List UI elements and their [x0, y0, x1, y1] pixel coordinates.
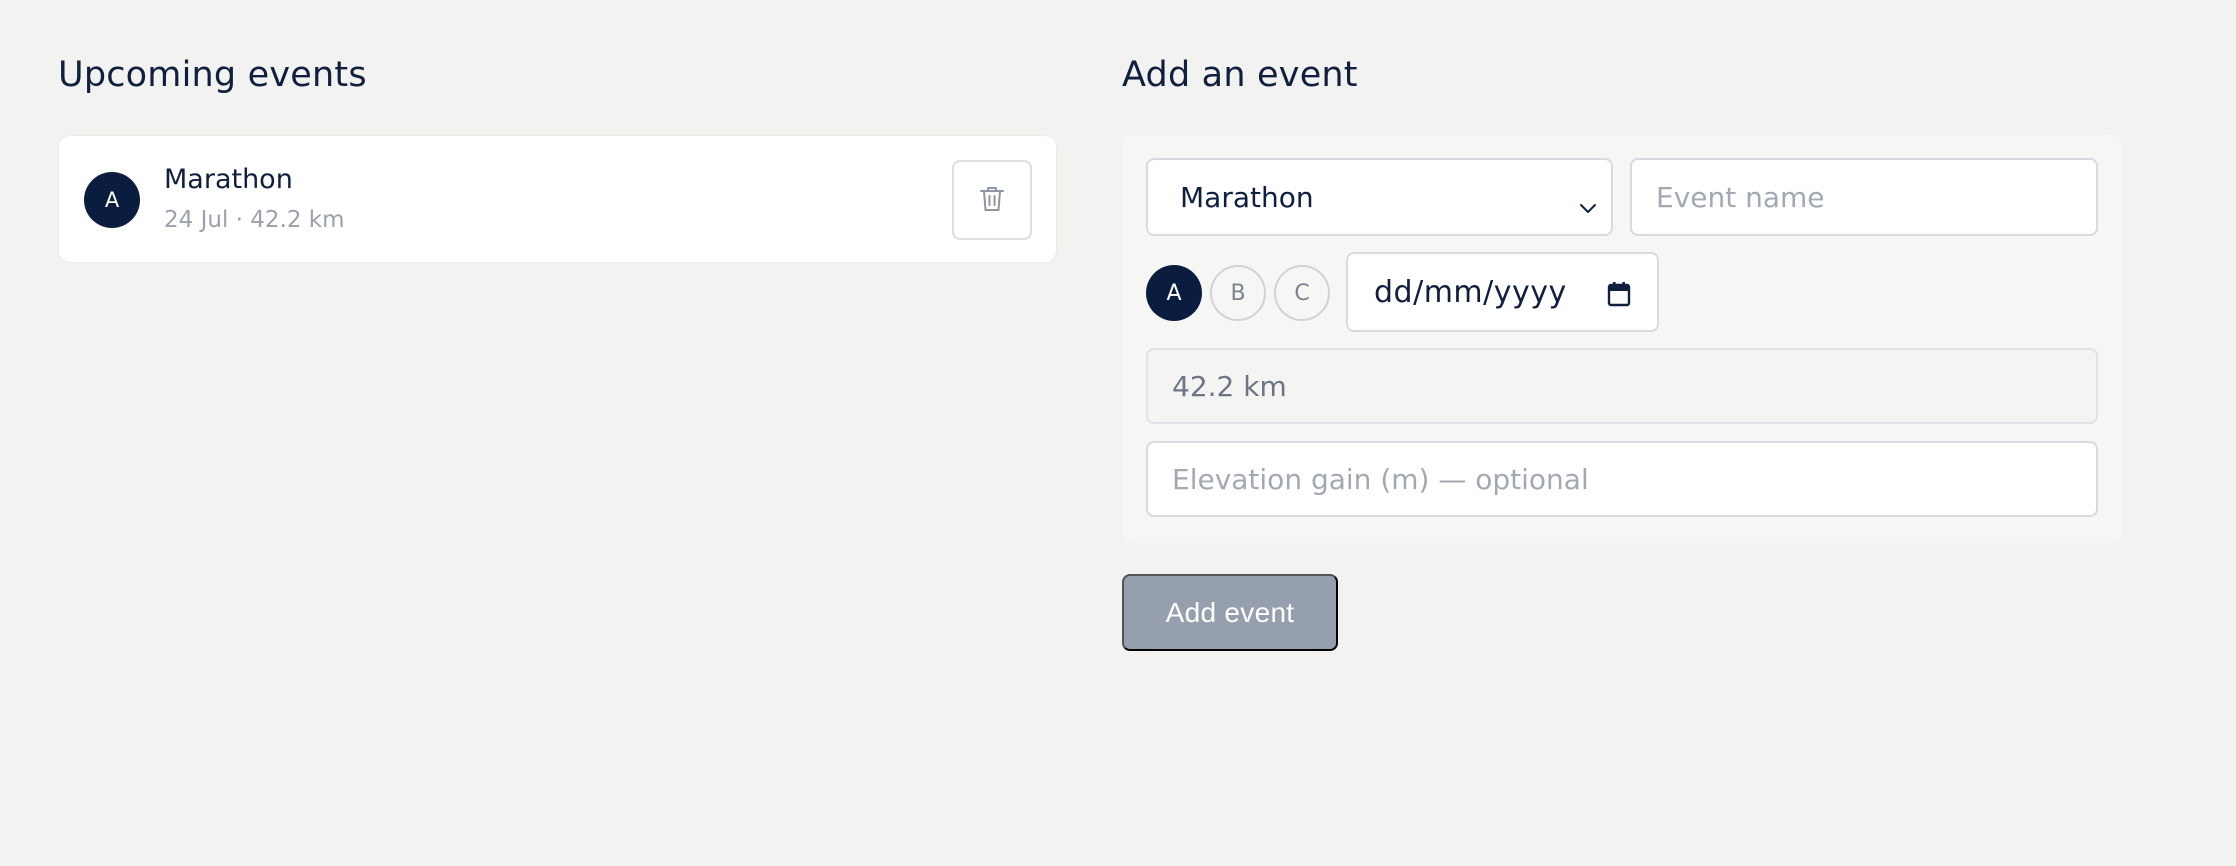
event-group-avatar: A: [84, 172, 140, 228]
event-card: A Marathon 24 Jul · 42.2 km: [58, 135, 1057, 263]
calendar-icon[interactable]: [1607, 280, 1631, 315]
add-event-heading: Add an event: [1122, 55, 1358, 95]
upcoming-events-section: Upcoming events A Marathon 24 Jul · 42.2…: [58, 50, 1057, 263]
group-a-toggle[interactable]: A: [1146, 265, 1202, 321]
add-event-button[interactable]: Add event: [1122, 574, 1338, 651]
add-event-form: Marathon Event name A B C dd/mm/yyyy 42.…: [1122, 135, 2122, 543]
event-type-select[interactable]: Marathon: [1146, 158, 1613, 236]
page: Upcoming events A Marathon 24 Jul · 42.2…: [0, 0, 2236, 866]
event-name-input[interactable]: Event name: [1630, 158, 2098, 236]
trash-icon: [979, 185, 1005, 216]
date-placeholder: dd/mm/yyyy: [1374, 274, 1567, 310]
event-meta: 24 Jul · 42.2 km: [164, 207, 345, 233]
group-b-toggle[interactable]: B: [1210, 265, 1266, 321]
event-type-value: Marathon: [1180, 180, 1314, 214]
add-event-section: Add an event Marathon Event name A B C d…: [1122, 50, 2122, 651]
upcoming-events-heading: Upcoming events: [58, 55, 367, 95]
elevation-input[interactable]: Elevation gain (m) — optional: [1146, 441, 2098, 517]
distance-input[interactable]: 42.2 km: [1146, 348, 2098, 424]
chevron-down-icon: [1579, 188, 1597, 221]
event-name: Marathon: [164, 164, 293, 195]
group-c-toggle[interactable]: C: [1274, 265, 1330, 321]
event-date-input[interactable]: dd/mm/yyyy: [1346, 252, 1659, 332]
delete-event-button[interactable]: [952, 160, 1032, 240]
